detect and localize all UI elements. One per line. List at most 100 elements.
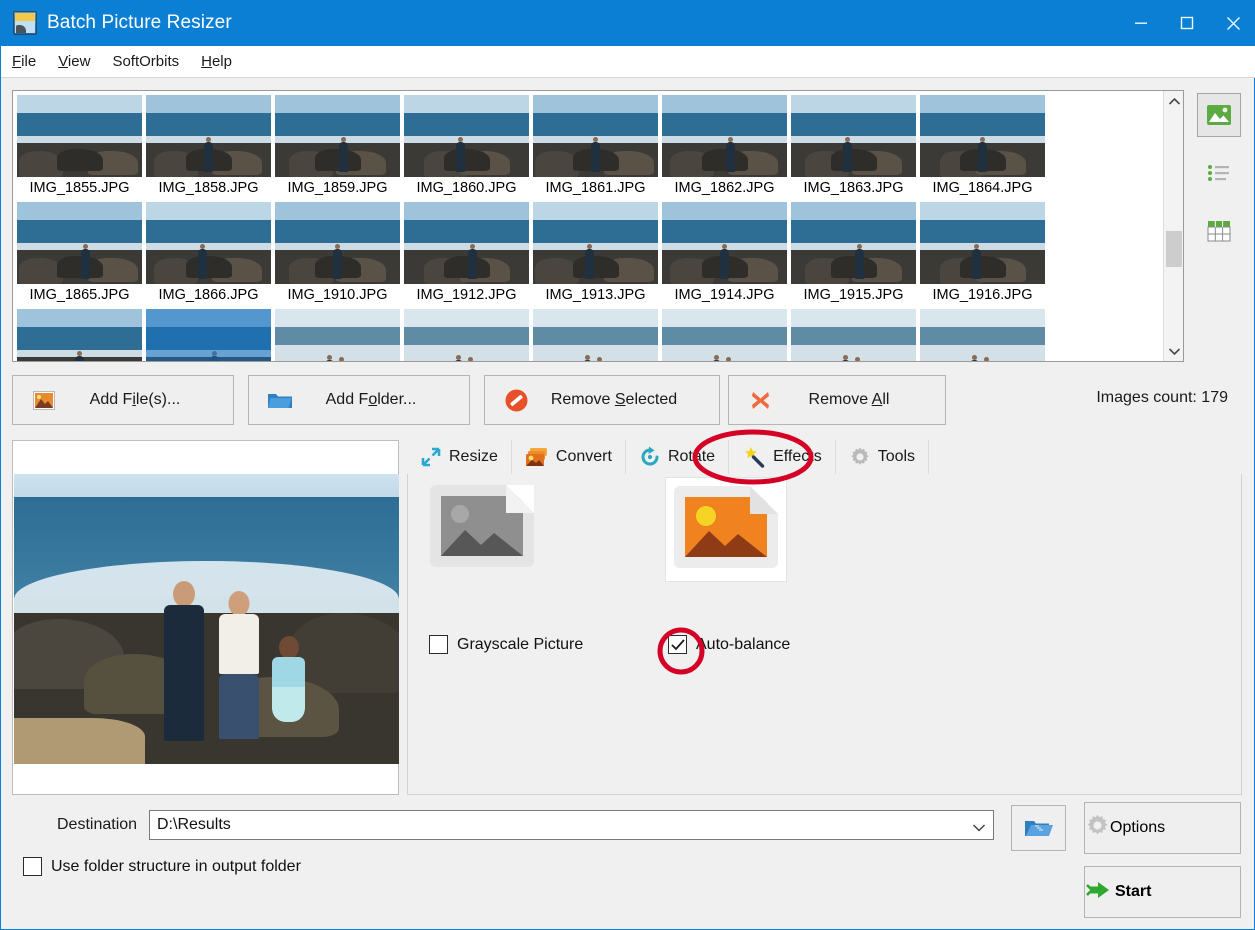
picture-icon <box>25 390 63 410</box>
effects-panel: Grayscale Picture Auto-balance <box>407 440 1242 795</box>
thumbnail-image <box>275 202 400 284</box>
thumbnails-view-button[interactable] <box>1197 93 1241 137</box>
thumbnail-image <box>146 95 271 177</box>
file-list-scrollbar[interactable] <box>1163 91 1183 361</box>
green-arrow-icon <box>1085 879 1115 906</box>
details-view-button[interactable] <box>1197 209 1241 253</box>
tab-tools[interactable]: Tools <box>835 440 930 474</box>
file-list[interactable]: IMG_1855.JPG IMG_1858.JPG IMG_1859.JPG IMG_… <box>12 90 1184 362</box>
chevron-down-icon[interactable] <box>972 819 986 837</box>
start-button[interactable]: Start <box>1084 866 1241 918</box>
thumbnail-item[interactable] <box>533 309 658 361</box>
use-folder-structure-checkbox[interactable] <box>23 857 42 876</box>
thumbnail-item[interactable] <box>275 309 400 361</box>
grayscale-checkbox-row[interactable]: Grayscale Picture <box>429 635 583 654</box>
scroll-up-icon[interactable] <box>1164 91 1183 111</box>
thumbnail-item[interactable]: IMG_1859.JPG <box>275 95 400 198</box>
thumbnail-label: IMG_1863.JPG <box>803 180 904 196</box>
remove-all-button[interactable]: Remove All <box>728 375 946 425</box>
tab-effects[interactable]: Effects <box>729 440 836 474</box>
autobalance-checkbox-row[interactable]: Auto-balance <box>668 635 790 654</box>
tab-effects-label: Effects <box>773 448 822 465</box>
menu-label-view: iew <box>67 53 91 70</box>
thumbnail-image <box>404 309 529 361</box>
add-files-button[interactable]: Add File(s)... <box>12 375 234 425</box>
list-view-icon <box>1208 165 1229 181</box>
color-preview[interactable] <box>666 478 786 581</box>
tab-strip: Resize Convert Rotate Effects Tools <box>407 440 1242 474</box>
thumbnail-item[interactable]: IMG_1861.JPG <box>533 95 658 198</box>
menu-item-file[interactable]: File <box>1 51 47 72</box>
tab-rotate[interactable]: Rotate <box>625 440 730 474</box>
thumbnail-item[interactable]: IMG_1865.JPG <box>17 202 142 305</box>
menu-item-help[interactable]: Help <box>190 51 243 72</box>
close-button[interactable] <box>1210 0 1255 46</box>
thumbnail-item[interactable]: IMG_1913.JPG <box>533 202 658 305</box>
thumbnail-item[interactable]: IMG_1858.JPG <box>146 95 271 198</box>
action-toolbar: Add File(s)... Add Folder... Remove Sele… <box>12 375 1242 425</box>
tab-resize[interactable]: Resize <box>407 440 512 474</box>
grayscale-checkbox[interactable] <box>429 635 448 654</box>
thumbnail-item[interactable] <box>791 309 916 361</box>
image-preview-pane <box>12 440 399 795</box>
thumbnail-item[interactable] <box>920 309 1045 361</box>
list-view-button[interactable] <box>1197 151 1241 195</box>
thumbnail-image <box>920 95 1045 177</box>
thumbnail-label: IMG_1855.JPG <box>29 180 130 196</box>
preview-person-child <box>272 635 305 741</box>
menu-label-file: ile <box>21 53 37 70</box>
thumbnail-item[interactable]: IMG_1862.JPG <box>662 95 787 198</box>
thumbnail-label: IMG_1914.JPG <box>674 287 775 303</box>
magic-wand-icon <box>745 447 765 468</box>
grayscale-label: Grayscale Picture <box>457 635 584 653</box>
scrollbar-thumb[interactable] <box>1166 231 1182 268</box>
gear-icon <box>1085 813 1110 843</box>
grayscale-preview[interactable] <box>428 483 536 574</box>
maximize-button[interactable] <box>1164 0 1210 46</box>
thumbnail-item[interactable]: IMG_1917.JPG <box>17 309 142 361</box>
checkmark-icon <box>670 638 685 650</box>
thumbnail-item[interactable]: IMG_1855.JPG <box>17 95 142 198</box>
menu-item-view[interactable]: View <box>47 51 101 72</box>
tab-convert-label: Convert <box>555 448 612 465</box>
thumbnail-image <box>920 309 1045 361</box>
thumbnail-image <box>920 202 1045 284</box>
browse-folder-button[interactable] <box>1011 805 1066 851</box>
thumbnail-item[interactable]: IMG_1916.JPG <box>920 202 1045 305</box>
minimize-button[interactable] <box>1118 0 1164 46</box>
gear-icon <box>851 447 869 465</box>
thumbnail-label: IMG_1858.JPG <box>158 180 259 196</box>
thumbnail-item[interactable] <box>662 309 787 361</box>
thumbnail-item[interactable]: IMG_1910.JPG <box>275 202 400 305</box>
scroll-down-icon[interactable] <box>1164 341 1183 361</box>
autobalance-label: Auto-balance <box>696 635 791 653</box>
window-controls <box>1118 0 1255 46</box>
autobalance-checkbox[interactable] <box>668 635 687 654</box>
add-folder-button[interactable]: Add Folder... <box>248 375 470 425</box>
menu-item-softorbits[interactable]: SoftOrbits <box>101 51 190 72</box>
thumbnail-image <box>662 202 787 284</box>
thumbnail-item[interactable]: IMG_1923.JPG <box>146 309 271 361</box>
thumbnail-image <box>662 309 787 361</box>
thumbnail-label: IMG_1915.JPG <box>803 287 904 303</box>
tab-convert[interactable]: Convert <box>511 440 626 474</box>
thumbnail-image <box>533 95 658 177</box>
thumbnail-item[interactable]: IMG_1863.JPG <box>791 95 916 198</box>
thumbnail-image <box>533 309 658 361</box>
tab-resize-label: Resize <box>449 448 498 465</box>
thumbnail-item[interactable]: IMG_1860.JPG <box>404 95 529 198</box>
thumbnail-item[interactable]: IMG_1864.JPG <box>920 95 1045 198</box>
app-window: Batch Picture Resizer File View SoftOrbi… <box>0 0 1255 930</box>
thumbnail-item[interactable]: IMG_1866.JPG <box>146 202 271 305</box>
use-folder-structure-row[interactable]: Use folder structure in output folder <box>23 857 301 876</box>
options-label: Options <box>1110 819 1166 836</box>
no-entry-icon <box>497 388 535 413</box>
thumbnail-item[interactable] <box>404 309 529 361</box>
thumbnail-item[interactable]: IMG_1912.JPG <box>404 202 529 305</box>
thumbnail-item[interactable]: IMG_1915.JPG <box>791 202 916 305</box>
thumbnail-image <box>533 202 658 284</box>
remove-selected-button[interactable]: Remove Selected <box>484 375 720 425</box>
destination-input[interactable]: D:\Results <box>149 810 994 840</box>
options-button[interactable]: Options <box>1084 802 1241 854</box>
thumbnail-item[interactable]: IMG_1914.JPG <box>662 202 787 305</box>
